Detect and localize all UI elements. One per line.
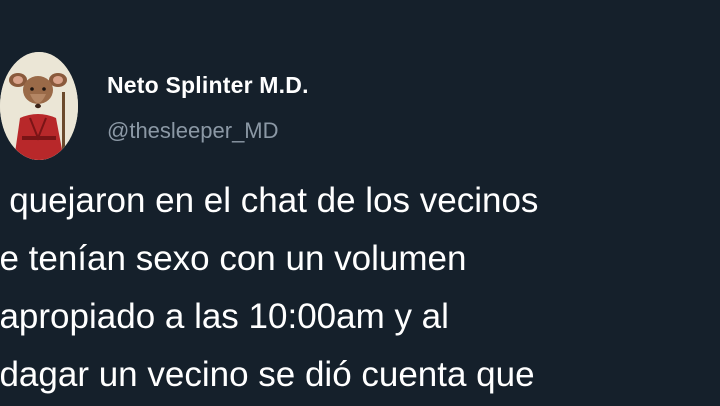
author-display-name[interactable]: Neto Splinter M.D. bbox=[107, 72, 309, 99]
avatar[interactable] bbox=[0, 52, 78, 160]
tweet-text-line: e quejaron en el chat de los vecinos bbox=[0, 181, 539, 220]
tweet-text-line: ndagar un vecino se dió cuenta que bbox=[0, 355, 535, 394]
tweet-text: e quejaron en el chat de los vecinos ue … bbox=[0, 172, 720, 404]
author-handle[interactable]: @thesleeper_MD bbox=[107, 118, 279, 144]
tweet-text-line: napropiado a las 10:00am y al bbox=[0, 297, 449, 336]
avatar-image bbox=[0, 52, 78, 160]
tweet-card: Neto Splinter M.D. @thesleeper_MD e quej… bbox=[0, 0, 720, 406]
tweet-text-line: ue tenían sexo con un volumen bbox=[0, 239, 467, 278]
